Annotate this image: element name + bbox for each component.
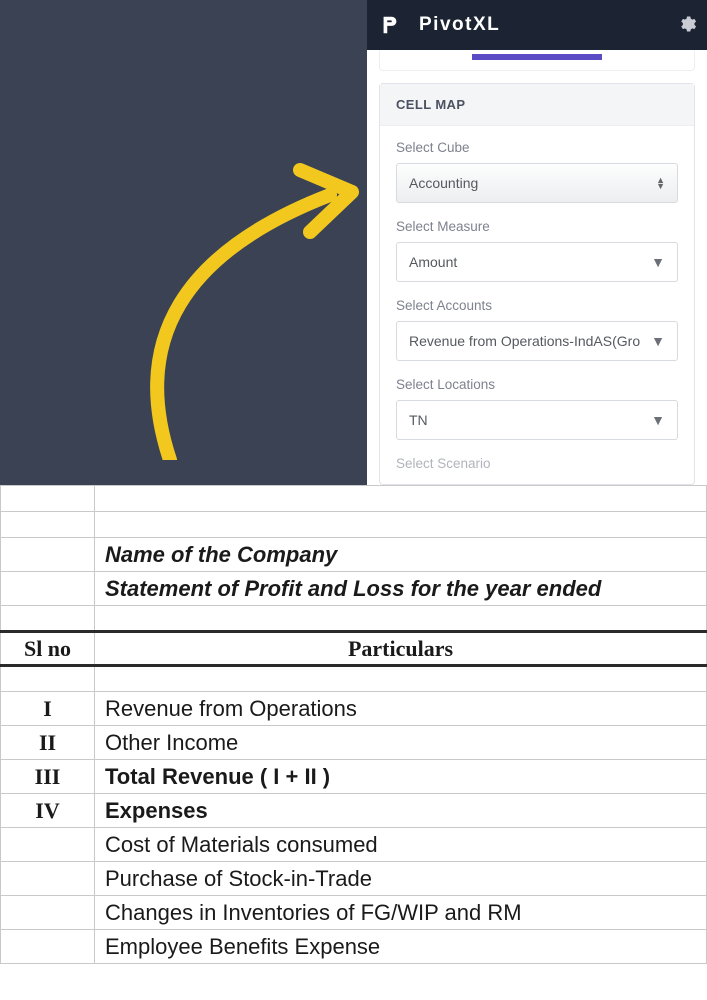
spreadsheet[interactable]: Name of the Company Statement of Profit … [0, 485, 707, 964]
gear-icon[interactable] [677, 14, 697, 39]
app-title: PivotXL [419, 14, 500, 36]
particulars-header: Particulars [95, 632, 707, 666]
accounts-select[interactable]: Revenue from Operations-IndAS(Gro ▼ [396, 321, 678, 361]
dark-background [0, 0, 367, 485]
chevron-down-icon: ▼ [651, 333, 665, 349]
accounts-value: Revenue from Operations-IndAS(Gro [409, 333, 645, 349]
table-row[interactable]: Employee Benefits Expense [1, 930, 707, 964]
accounts-label: Select Accounts [396, 298, 678, 313]
cube-select[interactable]: Accounting ▲▼ [396, 163, 678, 203]
statement-title-cell: Statement of Profit and Loss for the yea… [95, 572, 707, 606]
table-row[interactable]: IIITotal Revenue ( I + II ) [1, 760, 707, 794]
table-row[interactable]: Purchase of Stock-in-Trade [1, 862, 707, 896]
company-name-cell: Name of the Company [95, 538, 707, 572]
table-row[interactable]: IVExpenses [1, 794, 707, 828]
slno-header: Sl no [1, 632, 95, 666]
purple-accent [472, 54, 602, 60]
table-row[interactable]: Statement of Profit and Loss for the yea… [1, 572, 707, 606]
measure-value: Amount [409, 254, 645, 270]
locations-select[interactable]: TN ▼ [396, 400, 678, 440]
table-header-row[interactable]: Sl no Particulars [1, 632, 707, 666]
table-row[interactable] [1, 606, 707, 632]
measure-select[interactable]: Amount ▼ [396, 242, 678, 282]
chevron-down-icon: ▼ [651, 254, 665, 270]
table-row[interactable]: Cost of Materials consumed [1, 828, 707, 862]
measure-label: Select Measure [396, 219, 678, 234]
cube-label: Select Cube [396, 140, 678, 155]
updown-caret-icon: ▲▼ [656, 177, 665, 189]
table-row[interactable] [1, 486, 707, 512]
header-accent [379, 50, 695, 71]
sidebar-panel: PivotXL CELL MAP Select Cube Accounting … [367, 0, 707, 485]
panel-header: PivotXL [367, 0, 707, 50]
pivotxl-logo-icon [379, 14, 401, 36]
locations-value: TN [409, 412, 645, 428]
card-title: CELL MAP [380, 84, 694, 126]
chevron-down-icon: ▼ [651, 412, 665, 428]
cell-map-card: CELL MAP Select Cube Accounting ▲▼ Selec… [379, 83, 695, 485]
locations-label: Select Locations [396, 377, 678, 392]
table-row[interactable] [1, 512, 707, 538]
table-row[interactable]: Name of the Company [1, 538, 707, 572]
table-row[interactable] [1, 666, 707, 692]
table-row[interactable]: IIOther Income [1, 726, 707, 760]
sheet-table[interactable]: Name of the Company Statement of Profit … [0, 485, 707, 964]
cube-value: Accounting [409, 175, 656, 191]
scenario-label: Select Scenario [396, 456, 678, 471]
table-row[interactable]: IRevenue from Operations [1, 692, 707, 726]
table-row[interactable]: Changes in Inventories of FG/WIP and RM [1, 896, 707, 930]
